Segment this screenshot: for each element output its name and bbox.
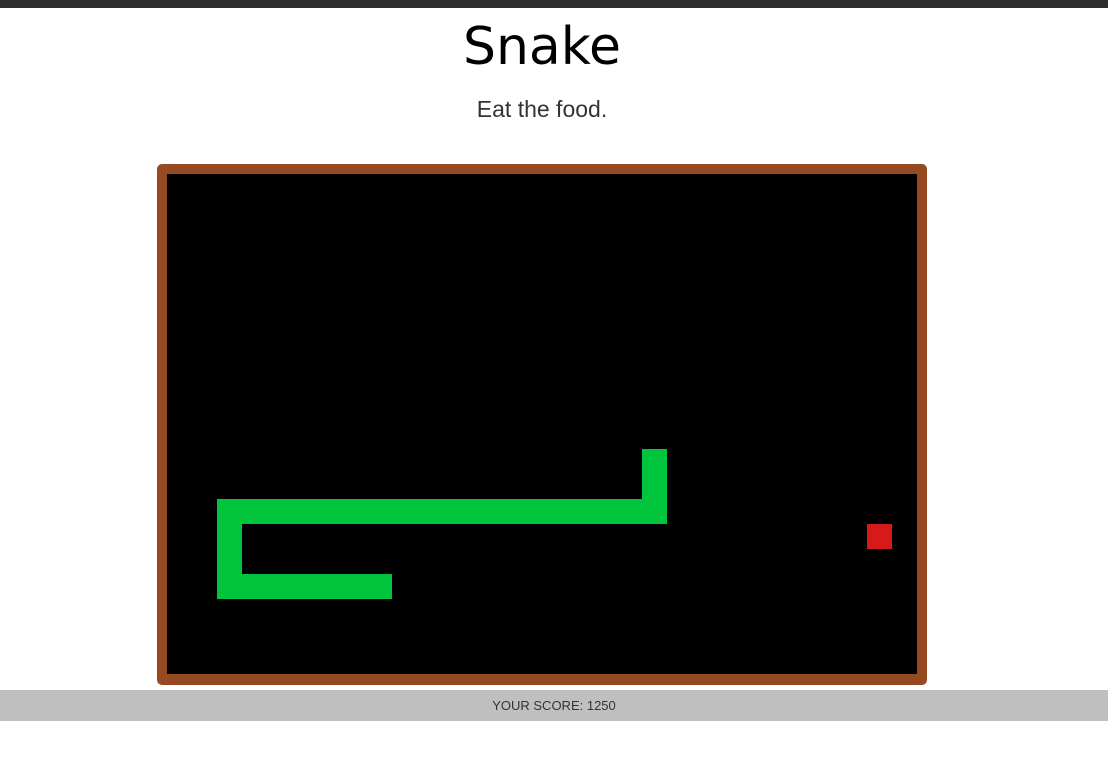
snake-segment: [392, 499, 417, 524]
snake-segment: [242, 574, 267, 599]
snake-segment: [642, 499, 667, 524]
page-title: Snake: [462, 17, 622, 77]
game-canvas: [217, 449, 892, 599]
snake-segment: [267, 574, 292, 599]
snake-segment: [467, 499, 492, 524]
snake-segment: [342, 574, 367, 599]
snake-segment: [317, 499, 342, 524]
snake-segment: [217, 549, 242, 574]
snake-segment: [292, 499, 317, 524]
snake-segment: [617, 499, 642, 524]
snake-segment: [292, 574, 317, 599]
snake-segment: [342, 499, 367, 524]
score-label: YOUR SCORE: 1250: [492, 698, 616, 713]
score-bar: YOUR SCORE: 1250: [0, 690, 1108, 721]
snake-segment: [592, 499, 617, 524]
snake-segment: [417, 499, 442, 524]
snake-segment: [642, 474, 667, 499]
snake-segment: [217, 499, 242, 524]
snake-segment: [567, 499, 592, 524]
food-item: [867, 524, 892, 549]
snake-segment: [367, 499, 392, 524]
top-bar: [0, 0, 1108, 8]
snake-segment: [317, 574, 342, 599]
snake-segment: [542, 499, 567, 524]
page-subtitle: Eat the food.: [476, 96, 608, 122]
snake-segment: [492, 499, 517, 524]
game-board[interactable]: [167, 174, 917, 674]
snake-segment: [367, 574, 392, 599]
snake-segment: [242, 499, 267, 524]
snake-segment: [217, 574, 242, 599]
game-board-frame: [157, 164, 927, 685]
snake-head: [642, 449, 667, 474]
snake-segment: [442, 499, 467, 524]
snake-segment: [267, 499, 292, 524]
snake-segment: [217, 524, 242, 549]
snake-segment: [517, 499, 542, 524]
